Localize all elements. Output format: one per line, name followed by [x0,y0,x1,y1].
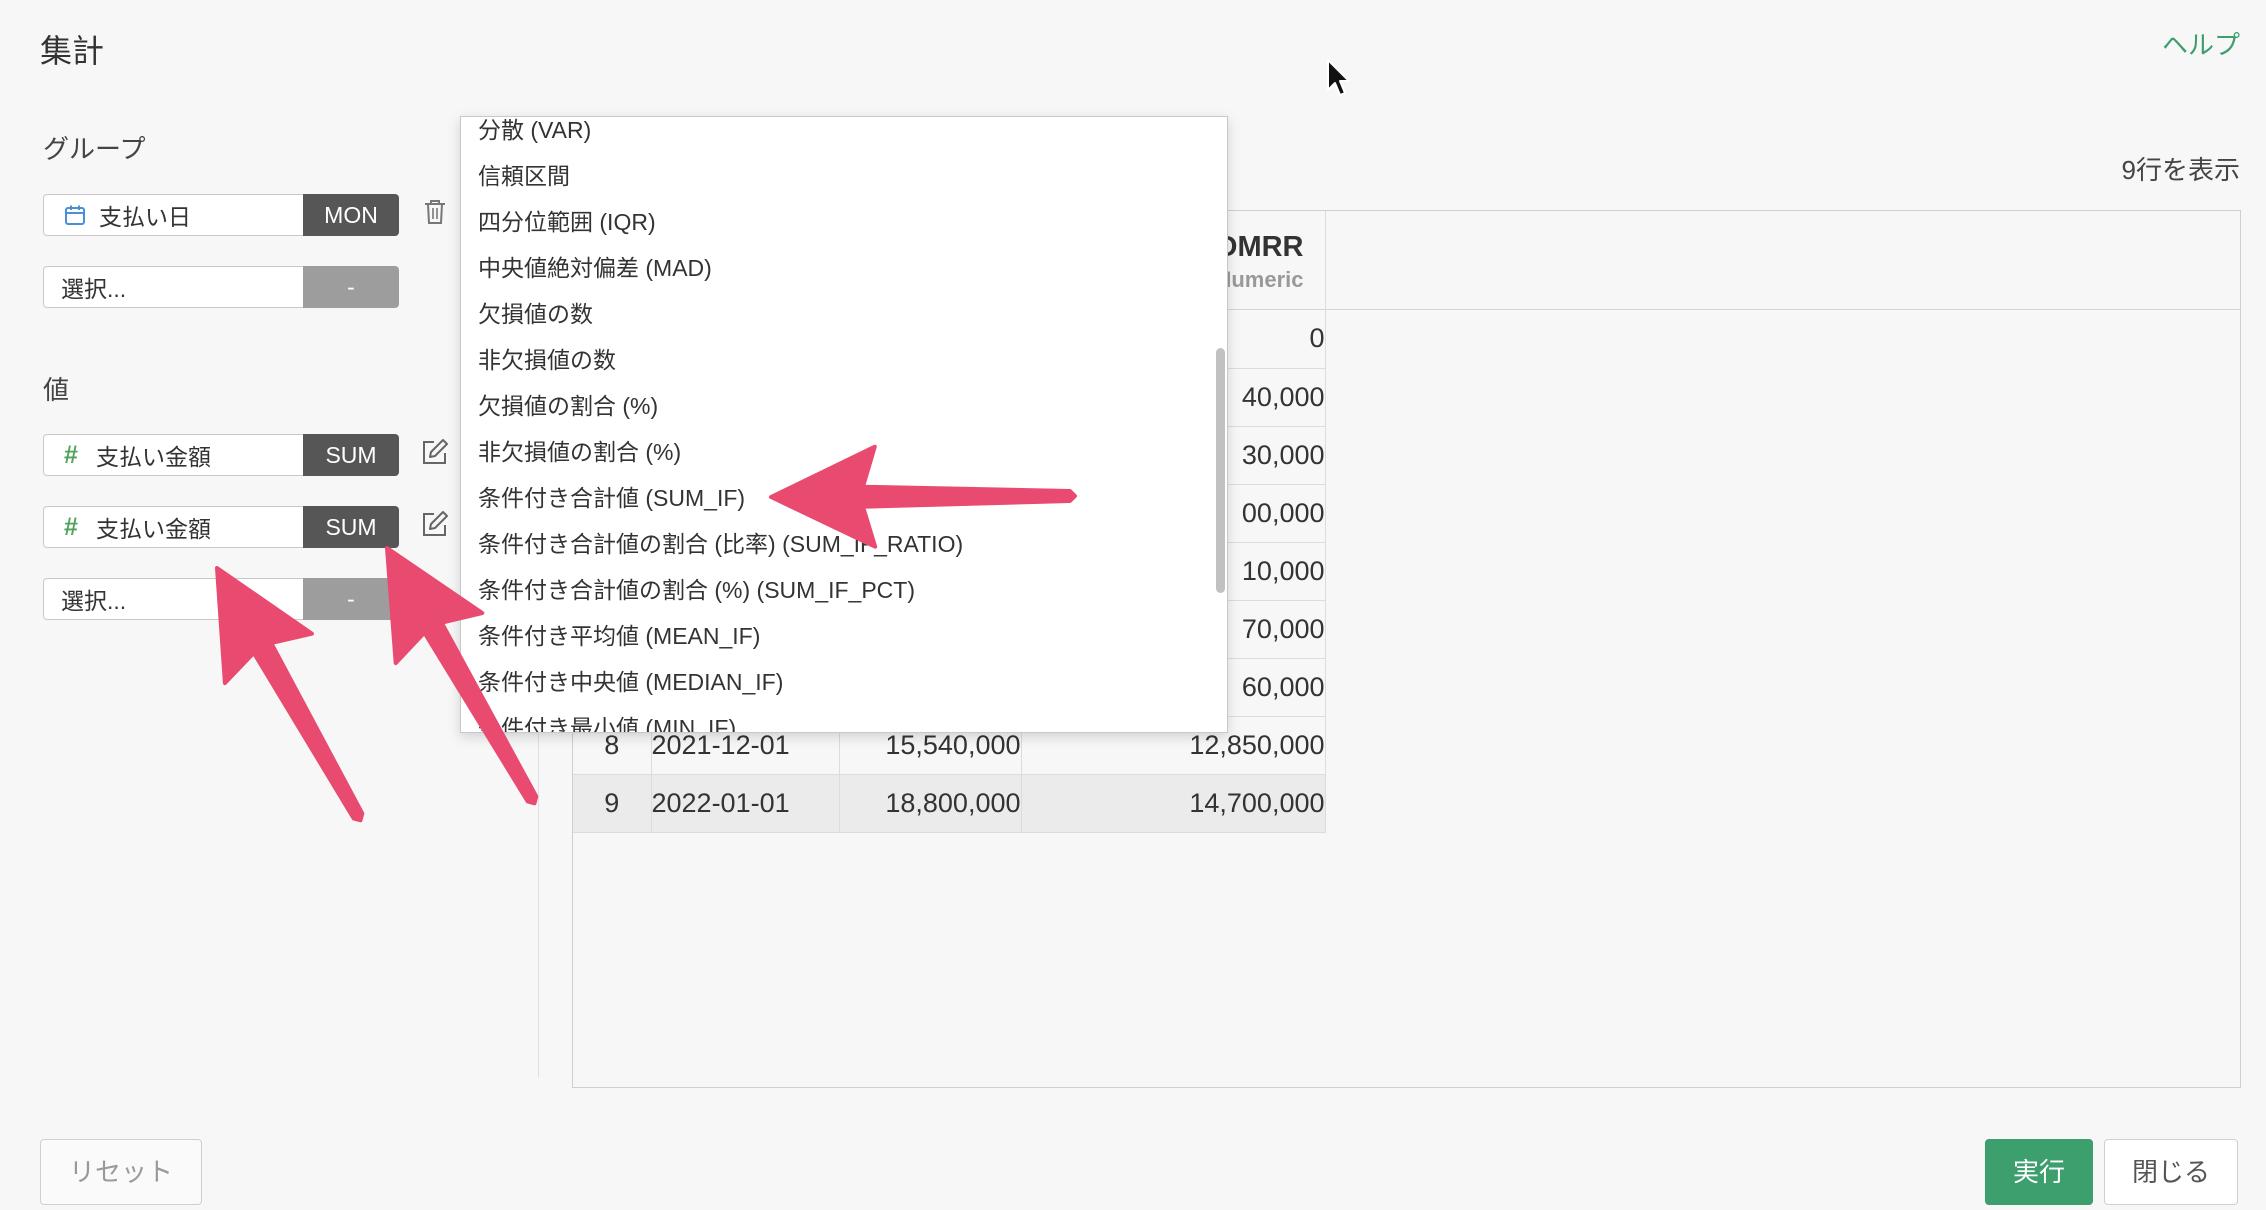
group-column-name: 支払い日 [99,204,191,230]
menu-item[interactable]: 条件付き合計値の割合 (%) (SUM_IF_PCT) [461,567,1227,613]
value-column-select[interactable]: # 支払い金額 [43,434,303,476]
select-placeholder: 選択... [61,276,127,302]
value-function-button-empty[interactable]: - [303,578,399,620]
value-column-name: 支払い金額 [96,516,211,542]
table-row: 9 2022-01-01 18,800,000 14,700,000 [573,774,1326,833]
run-button[interactable]: 実行 [1985,1139,2093,1205]
menu-item[interactable]: 欠損値の割合 (%) [461,383,1227,429]
value-function-button[interactable]: SUM [303,434,399,476]
dropdown-scrollbar[interactable] [1216,348,1225,593]
group-section-label: グループ [43,134,146,164]
menu-item[interactable]: 条件付き合計値の割合 (比率) (SUM_IF_RATIO) [461,521,1227,567]
row-count-label: 9行を表示 [2121,155,2240,185]
value-column-select-empty[interactable]: 選択... [43,578,303,620]
mrr-cell: 14,700,000 [1021,774,1326,833]
group-row-2: 選択... - [43,266,399,308]
row-number-cell: 9 [573,774,652,833]
value-function-button[interactable]: SUM [303,506,399,548]
function-menu-list: 分散 (VAR) 信頼区間 四分位範囲 (IQR) 中央値絶対偏差 (MAD) 欠損値の… [461,117,1227,732]
menu-item[interactable]: 条件付き合計値 (SUM_IF) [461,475,1227,521]
mouse-cursor-icon [1327,59,1350,96]
menu-item[interactable]: 非欠損値の割合 (%) [461,429,1227,475]
reset-button[interactable]: リセット [40,1139,202,1205]
menu-item[interactable]: 欠損値の数 [461,291,1227,337]
function-dropdown[interactable]: 分散 (VAR) 信頼区間 四分位範囲 (IQR) 中央値絶対偏差 (MAD) 欠損値の… [460,116,1228,733]
menu-item[interactable]: 四分位範囲 (IQR) [461,199,1227,245]
menu-item[interactable]: 中央値絶対偏差 (MAD) [461,245,1227,291]
date-cell: 2022-01-01 [651,774,840,833]
trash-icon[interactable] [423,199,447,225]
group-function-button-empty[interactable]: - [303,266,399,308]
value-row-3: 選択... - [43,578,399,620]
calendar-icon [64,204,86,226]
hash-icon: # [64,440,78,469]
menu-item[interactable]: 信頼区間 [461,153,1227,199]
menu-item[interactable]: 条件付き最小値 (MIN_IF) [461,705,1227,732]
dialog-title: 集計 [40,33,105,69]
value-row-2: # 支払い金額 SUM [43,506,399,548]
close-button[interactable]: 閉じる [2104,1139,2238,1205]
value-row-1: # 支払い金額 SUM [43,434,399,476]
menu-item[interactable]: 条件付き中央値 (MEDIAN_IF) [461,659,1227,705]
values-section-label: 値 [43,375,70,405]
group-column-select-empty[interactable]: 選択... [43,266,303,308]
group-column-select[interactable]: 支払い日 [43,194,303,236]
summarize-dialog: { "dialog": { "title": "集計", "help_label… [0,0,2266,1210]
edit-icon[interactable] [420,509,450,539]
menu-item[interactable]: 非欠損値の数 [461,337,1227,383]
group-function-button[interactable]: MON [303,194,399,236]
hash-icon: # [64,512,78,541]
select-placeholder: 選択... [61,588,127,614]
value-column-name: 支払い金額 [96,444,211,470]
group-row-1: 支払い日 MON [43,194,399,236]
value-column-select[interactable]: # 支払い金額 [43,506,303,548]
menu-item[interactable]: 条件付き平均値 (MEAN_IF) [461,613,1227,659]
menu-item[interactable]: 分散 (VAR) [461,117,1227,153]
edit-icon[interactable] [420,437,450,467]
amount-cell: 18,800,000 [839,774,1022,833]
help-link[interactable]: ヘルプ [2162,28,2240,62]
